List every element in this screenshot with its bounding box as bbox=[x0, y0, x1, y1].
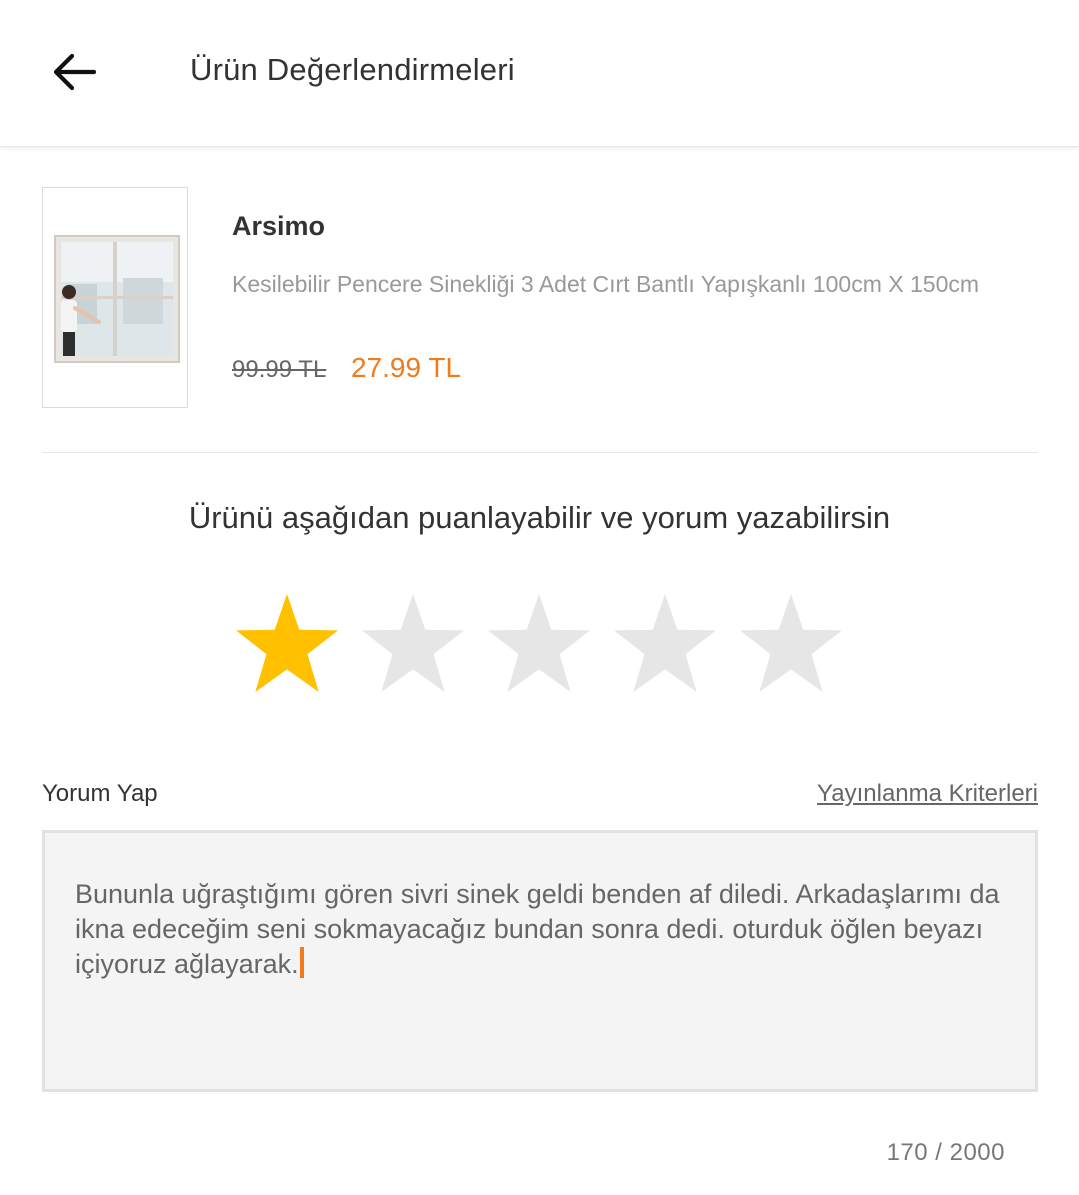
comment-text: Bununla uğraştığımı gören sivri sinek ge… bbox=[75, 879, 1008, 979]
app-header: Ürün Değerlendirmeleri bbox=[0, 0, 1079, 147]
discounted-price: 27.99 TL bbox=[351, 352, 462, 383]
back-button[interactable] bbox=[44, 44, 104, 100]
arrow-left-icon bbox=[53, 53, 96, 91]
comment-label: Yorum Yap bbox=[42, 780, 158, 807]
star-rating[interactable] bbox=[234, 592, 844, 696]
page-title: Ürün Değerlendirmeleri bbox=[190, 52, 515, 87]
product-brand: Arsimo bbox=[232, 211, 326, 241]
star-icon-2[interactable] bbox=[360, 592, 466, 696]
product-name: Kesilebilir Pencere Sinekliği 3 Adet Cır… bbox=[232, 271, 980, 297]
star-icon-5[interactable] bbox=[738, 592, 844, 696]
old-price: 99.99 TL bbox=[232, 356, 327, 383]
character-counter: 170 / 2000 bbox=[886, 1139, 1005, 1166]
product-photo bbox=[43, 188, 187, 407]
star-icon-3[interactable] bbox=[486, 592, 592, 696]
star-icon-1[interactable] bbox=[234, 592, 340, 696]
rating-prompt: Ürünü aşağıdan puanlayabilir ve yorum ya… bbox=[188, 500, 891, 535]
publishing-criteria-link[interactable]: Yayınlanma Kriterleri bbox=[817, 780, 1038, 808]
star-icon-4[interactable] bbox=[612, 592, 718, 696]
section-divider bbox=[42, 452, 1038, 453]
comment-textarea[interactable]: Bununla uğraştığımı gören sivri sinek ge… bbox=[42, 830, 1038, 1092]
product-image[interactable] bbox=[42, 187, 188, 408]
text-cursor bbox=[299, 947, 304, 978]
